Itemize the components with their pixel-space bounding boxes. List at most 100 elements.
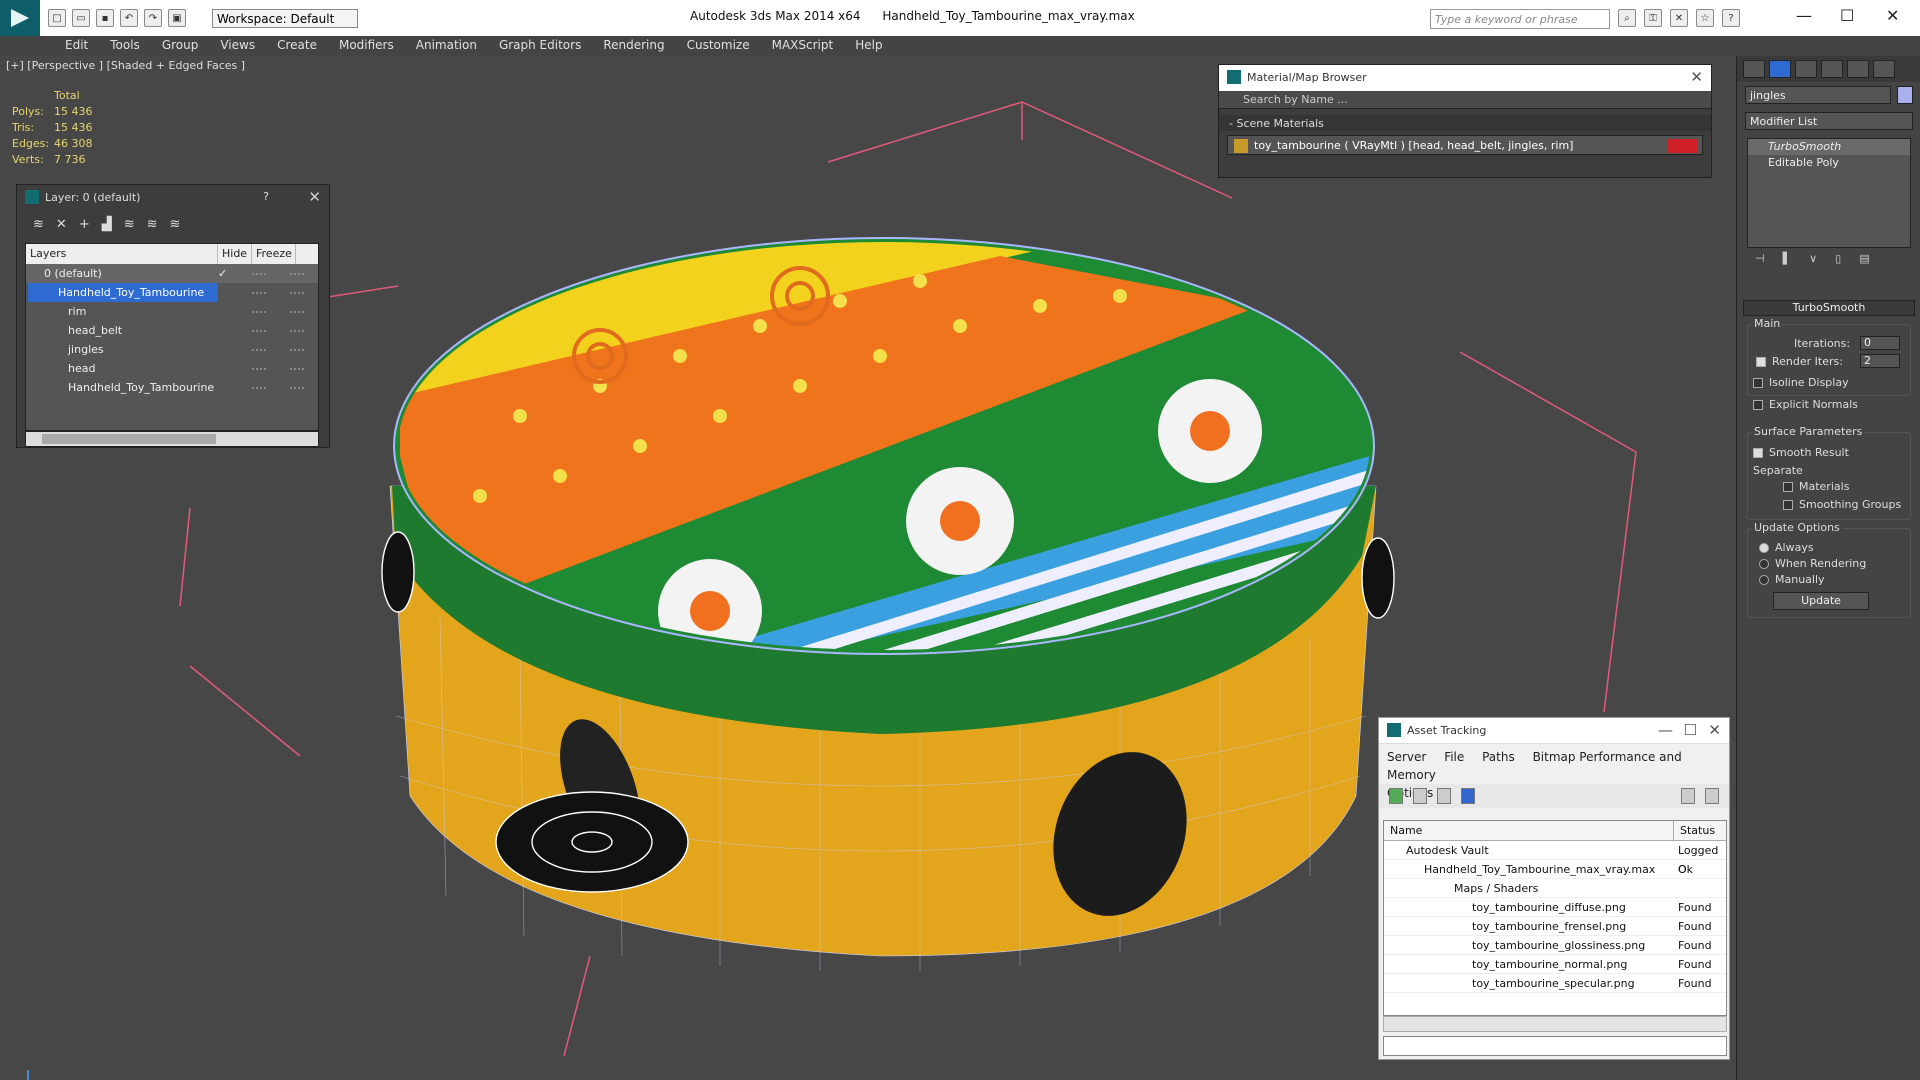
stack-item-editable-poly[interactable]: Editable Poly [1748,155,1910,171]
asset-tracking-header[interactable]: Asset Tracking — ☐ ✕ [1379,718,1729,744]
freeze-all-icon[interactable]: ≋ [170,217,181,232]
table-row[interactable]: toy_tambourine_glossiness.png Found [1384,936,1726,955]
materials-checkbox[interactable] [1783,482,1793,492]
col-status[interactable]: Status [1674,821,1721,840]
menu-edit[interactable]: Edit [54,36,99,56]
utilities-tab-icon[interactable] [1873,60,1895,78]
col-name[interactable]: Name [1384,821,1674,840]
isoline-display-checkbox[interactable] [1753,378,1763,388]
layer-panel-header[interactable]: Layer: 0 (default) ? ✕ [17,185,329,211]
col-hide[interactable]: Hide [218,244,252,264]
configure-sets-icon[interactable]: ▤ [1859,252,1869,270]
close-icon[interactable]: ✕ [1708,721,1721,739]
explicit-normals-checkbox[interactable] [1753,400,1763,410]
iterations-spinner[interactable]: 0 [1860,336,1900,350]
table-row[interactable]: toy_tambourine_frensel.png Found [1384,917,1726,936]
minimize-icon[interactable]: — [1796,6,1812,25]
create-tab-icon[interactable] [1743,60,1765,78]
add-selection-icon[interactable]: + [79,217,90,232]
smooth-result-checkbox[interactable] [1753,448,1763,458]
exchange-icon[interactable]: ✕ [1670,9,1688,27]
always-radio[interactable] [1759,543,1769,553]
maximize-icon[interactable]: ☐ [1684,721,1697,739]
layer-row[interactable]: Handheld_Toy_Tambourine [26,378,318,397]
layer-row[interactable]: Handheld_Toy_Tambourine [26,283,318,302]
hide-all-icon[interactable]: ≋ [147,217,158,232]
manually-radio[interactable] [1759,575,1769,585]
remove-modifier-icon[interactable]: ▯ [1835,252,1841,270]
material-browser-header[interactable]: Material/Map Browser ✕ [1219,65,1711,91]
object-color-swatch[interactable] [1897,86,1913,104]
material-search-input[interactable]: Search by Name ... [1219,91,1711,109]
menu-server[interactable]: Server [1387,750,1426,764]
viewport-label[interactable]: [+] [Perspective ] [Shaded + Edged Faces… [6,59,245,72]
search-input[interactable]: Type a keyword or phrase [1430,9,1610,29]
close-icon[interactable]: ✕ [1690,68,1703,86]
table-row[interactable]: toy_tambourine_diffuse.png Found [1384,898,1726,917]
scene-materials-section[interactable]: - Scene Materials [1219,115,1711,131]
app-logo-icon[interactable] [0,0,40,36]
menu-graph-editors[interactable]: Graph Editors [488,36,592,56]
smoothing-groups-checkbox[interactable] [1783,500,1793,510]
make-unique-icon[interactable]: ∨ [1809,252,1817,270]
binoculars-icon[interactable]: ⌕ [1618,9,1636,27]
scrollbar-thumb[interactable] [42,434,216,444]
help-icon[interactable]: ? [263,190,269,203]
show-end-result-icon[interactable]: ▌ [1783,252,1791,270]
help-icon[interactable]: ? [1722,9,1740,27]
menu-help[interactable]: Help [844,36,893,56]
modify-tab-icon[interactable] [1769,60,1791,78]
key-icon[interactable]: ⚿ [1644,9,1662,27]
horizontal-scrollbar[interactable] [25,431,319,447]
menu-customize[interactable]: Customize [676,36,761,56]
star-icon[interactable]: ☆ [1696,9,1714,27]
when-rendering-radio[interactable] [1759,559,1769,569]
menu-file[interactable]: File [1444,750,1464,764]
material-item[interactable]: toy_tambourine ( VRayMtl ) [head, head_b… [1227,135,1703,155]
menu-maxscript[interactable]: MAXScript [761,36,845,56]
project-folder-icon[interactable]: ▣ [168,9,186,27]
horizontal-scrollbar[interactable] [1383,1016,1727,1032]
layer-row[interactable]: jingles [26,340,318,359]
layer-row[interactable]: head [26,359,318,378]
turbosmooth-rollout-header[interactable]: TurboSmooth [1743,300,1915,316]
menu-modifiers[interactable]: Modifiers [328,36,405,56]
modifier-list-dropdown[interactable]: Modifier List [1745,112,1913,130]
menu-group[interactable]: Group [151,36,210,56]
save-icon[interactable]: ▪ [96,9,114,27]
stack-item-turbosmooth[interactable]: TurboSmooth [1748,139,1910,155]
select-objects-icon[interactable]: ▟ [102,217,112,232]
settings-icon[interactable] [1705,788,1719,804]
col-freeze[interactable]: Freeze [252,244,296,264]
delete-layer-icon[interactable]: ✕ [56,217,67,232]
table-row[interactable]: Maps / Shaders [1384,879,1726,898]
undo-icon[interactable]: ↶ [120,9,138,27]
menu-animation[interactable]: Animation [405,36,488,56]
workspace-dropdown[interactable]: Workspace: Default [212,9,358,28]
render-iters-spinner[interactable]: 2 [1860,354,1900,368]
layer-row[interactable]: 0 (default) ✓ [26,264,318,283]
display-tab-icon[interactable] [1847,60,1869,78]
col-layers[interactable]: Layers [26,244,218,264]
table-row[interactable]: Handheld_Toy_Tambourine_max_vray.max Ok [1384,860,1726,879]
object-name-field[interactable]: jingles [1745,86,1891,104]
close-icon[interactable]: ✕ [1886,6,1899,25]
table-row[interactable]: toy_tambourine_normal.png Found [1384,955,1726,974]
hierarchy-tab-icon[interactable] [1795,60,1817,78]
menu-paths[interactable]: Paths [1482,750,1515,764]
update-button[interactable]: Update [1773,592,1869,610]
maximize-icon[interactable]: ☐ [1840,6,1854,25]
redo-icon[interactable]: ↷ [144,9,162,27]
table-row[interactable]: Autodesk Vault Logged O [1384,841,1726,876]
menu-bitmap-performance[interactable]: Bitmap Performance and Memory [1387,750,1682,782]
minimize-icon[interactable]: — [1658,721,1673,739]
menu-views[interactable]: Views [209,36,266,56]
table-row[interactable]: toy_tambourine_specular.png Found [1384,974,1726,993]
asset-path-input[interactable] [1383,1036,1727,1056]
open-file-icon[interactable]: ▭ [72,9,90,27]
menu-tools[interactable]: Tools [99,36,151,56]
highlight-layer-icon[interactable]: ≋ [124,217,135,232]
close-icon[interactable]: ✕ [308,188,321,206]
pin-stack-icon[interactable]: ⊣ [1755,252,1765,270]
menu-create[interactable]: Create [266,36,328,56]
